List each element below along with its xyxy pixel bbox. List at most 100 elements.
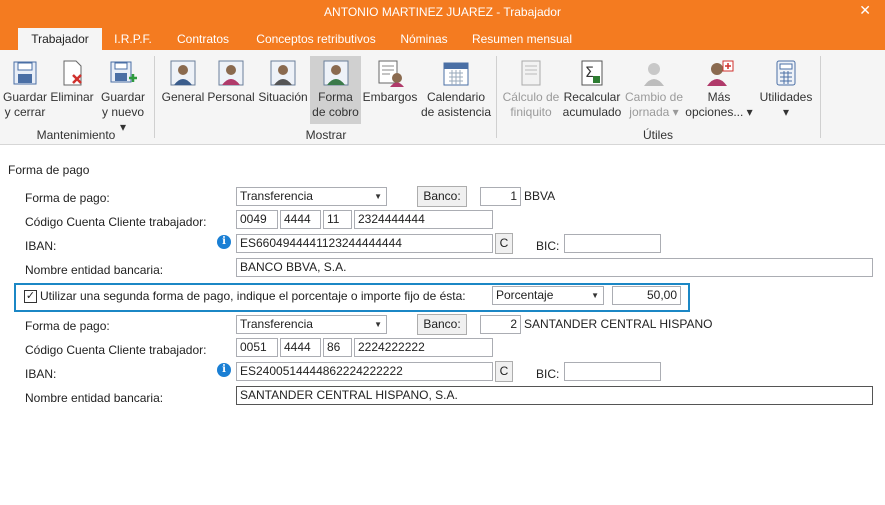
worker-card-icon [168,58,198,88]
mas-opciones-label-1: Más [707,90,731,104]
group-utiles: Útiles [642,128,673,142]
forma-pago-value: Transferencia [240,317,313,331]
entidad-field[interactable]: SANTANDER CENTRAL HISPANO, S.A. [236,386,873,405]
info-icon[interactable]: i [217,363,231,377]
guardar-cerrar-label-1: Guardar [2,90,48,104]
calendario-asistencia-button[interactable]: Calendario de asistencia [420,58,492,120]
group-mantenimiento: Mantenimiento [36,128,116,142]
embargos-button[interactable]: Embargos [362,58,418,105]
seizure-icon [375,58,405,88]
calendar-icon [441,58,471,88]
ccc-dc-field[interactable]: 11 [323,210,352,229]
forma-pago-select[interactable]: Transferencia ▼ [236,315,387,334]
forma-cobro-label-2: de cobro [312,105,359,119]
entidad-field[interactable]: BANCO BBVA, S.A. [236,258,873,277]
ccc-label: Código Cuenta Cliente trabajador: [25,343,207,357]
recalcular-label-1: Recalcular [563,90,621,104]
banco-number-field[interactable]: 2 [480,315,521,334]
porcentaje-field[interactable]: 50,00 [612,286,681,305]
forma-cobro-button[interactable]: Forma de cobro [310,56,361,124]
cambio-jornada-label-2: jornada ▾ [629,105,679,119]
ccc-dc-field[interactable]: 86 [323,338,352,357]
general-button[interactable]: General [160,58,206,105]
ccc-entidad-field[interactable]: 0051 [236,338,278,357]
ccc-label: Código Cuenta Cliente trabajador: [25,215,207,229]
ccc-oficina-field[interactable]: 4444 [280,338,321,357]
banco-button[interactable]: Banco: [417,186,467,207]
calendario-label-1: Calendario [426,90,486,104]
ccc-cuenta-field[interactable]: 2224222222 [354,338,493,357]
cambio-jornada-button[interactable]: Cambio de jornada ▾ [623,58,685,120]
tab-conceptos-retributivos[interactable]: Conceptos retributivos [248,28,384,50]
general-label: General [161,90,205,104]
recalcular-acumulado-button[interactable]: Σ Recalcular acumulado [562,58,622,120]
mas-opciones-button[interactable]: Más opciones... ▾ [685,58,753,120]
cambio-jornada-label-1: Cambio de [624,90,684,104]
banco-button[interactable]: Banco: [417,314,467,335]
guardar-nuevo-label-1: Guardar [100,90,146,104]
utilidades-button[interactable]: Utilidades ▾ [756,58,816,120]
tab-contratos[interactable]: Contratos [168,28,238,50]
save-close-icon [10,58,40,88]
ribbon-separator [820,56,821,138]
chevron-down-icon: ▼ [374,320,382,329]
eliminar-label: Eliminar [50,90,94,104]
workday-change-icon [639,58,669,88]
tab-trabajador[interactable]: Trabajador [18,28,102,50]
utilidades-label-1: Utilidades [759,90,813,104]
title-bar: ANTONIO MARTINEZ JUAREZ - Trabajador ✕ T… [0,0,885,50]
tab-nominas[interactable]: Nóminas [392,28,456,50]
calculo-finiquito-label-2: finiquito [510,105,552,119]
eliminar-button[interactable]: Eliminar [50,58,94,105]
guardar-nuevo-button[interactable]: Guardar y nuevo ▾ [98,58,148,135]
second-payment-checkbox[interactable]: ✓ [24,290,37,303]
ribbon: Guardar y cerrar Eliminar Guardar y nuev… [0,50,885,145]
embargos-label: Embargos [362,90,418,104]
forma-cobro-label-1: Forma [318,90,353,104]
group-mostrar: Mostrar [305,128,347,142]
info-icon[interactable]: i [217,235,231,249]
calculo-finiquito-label-1: Cálculo de [502,90,560,104]
forma-pago-value: Transferencia [240,189,313,203]
entidad-label: Nombre entidad bancaria: [25,391,164,405]
situacion-label: Situación [258,90,308,104]
tab-resumen-mensual[interactable]: Resumen mensual [466,28,578,50]
form-content: Forma de pago Forma de pago: Transferenc… [0,146,885,505]
entidad-label: Nombre entidad bancaria: [25,263,164,277]
second-payment-label: Utilizar una segunda forma de pago, indi… [40,289,466,303]
save-new-icon [108,58,138,88]
mas-opciones-label-2: opciones... ▾ [685,105,753,119]
personal-label: Personal [207,90,255,104]
ribbon-tabs: Trabajador I.R.P.F. Contratos Conceptos … [0,28,885,50]
forma-pago-label: Forma de pago: [25,191,110,205]
ccc-oficina-field[interactable]: 4444 [280,210,321,229]
forma-pago-select[interactable]: Transferencia ▼ [236,187,387,206]
recalculate-sum-icon: Σ [577,58,607,88]
iban-c-button[interactable]: C [495,233,513,254]
calculo-finiquito-button[interactable]: Cálculo de finiquito [500,58,562,120]
iban-field[interactable]: ES6604944441123244444444 [236,234,493,253]
iban-field[interactable]: ES2400514444862224222222 [236,362,493,381]
ccc-entidad-field[interactable]: 0049 [236,210,278,229]
bic-field[interactable] [564,362,661,381]
banco-number-field[interactable]: 1 [480,187,521,206]
iban-label: IBAN: [25,367,57,381]
delete-document-icon [57,58,87,88]
tab-irpf[interactable]: I.R.P.F. [106,28,160,50]
utilidades-label-2: ▾ [782,105,790,119]
ribbon-separator [154,56,155,138]
tipo-select[interactable]: Porcentaje ▼ [492,286,604,305]
window-title: ANTONIO MARTINEZ JUAREZ - Trabajador [324,5,561,19]
situacion-button[interactable]: Situación [257,58,309,105]
iban-c-button[interactable]: C [495,361,513,382]
guardar-cerrar-button[interactable]: Guardar y cerrar [2,58,48,120]
personal-button[interactable]: Personal [207,58,255,105]
ccc-cuenta-field[interactable]: 2324444444 [354,210,493,229]
close-icon[interactable]: ✕ [859,2,871,19]
section-title: Forma de pago [8,163,90,177]
bic-field[interactable] [564,234,661,253]
iban-label: IBAN: [25,239,57,253]
more-options-icon [704,58,734,88]
chevron-down-icon: ▼ [591,291,599,300]
settlement-calc-icon [516,58,546,88]
